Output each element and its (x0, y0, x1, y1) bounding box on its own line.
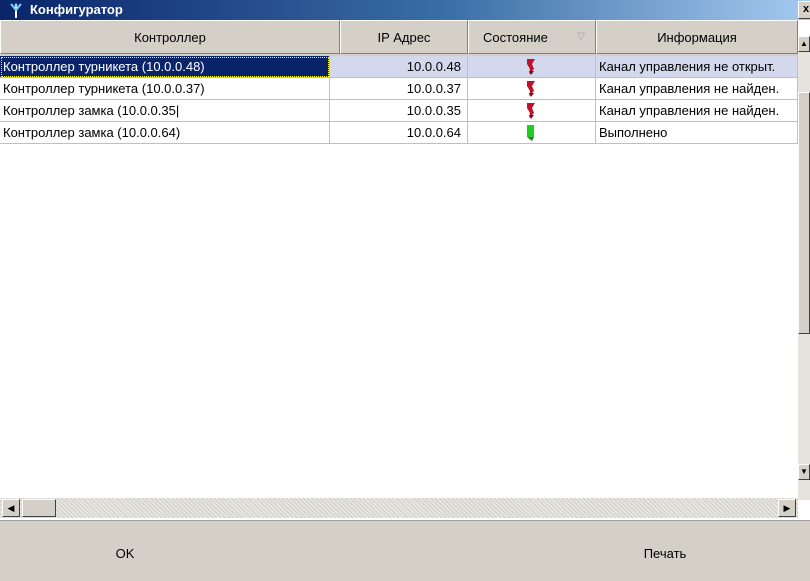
column-header-ip[interactable]: IP Адрес (340, 20, 468, 54)
column-header-info[interactable]: Информация (596, 20, 798, 54)
scroll-up-button[interactable]: ▲ (798, 36, 810, 52)
arrow-right-icon: ▶ (783, 503, 791, 513)
scroll-left-button[interactable]: ◀ (2, 499, 20, 517)
antenna-icon (10, 3, 22, 18)
column-header-status[interactable]: Состояние ▽ (468, 20, 596, 54)
scroll-down-button[interactable]: ▼ (798, 464, 810, 480)
title-bar: Конфигуратор x (0, 0, 810, 20)
table-row[interactable]: Контроллер замка (10.0.0.64) 10.0.0.64 Вып… (0, 122, 798, 144)
table-row[interactable]: Контроллер турникета (10.0.0.48) 10.0.0.4… (0, 56, 798, 78)
status-cell (468, 122, 596, 144)
controller-name-cell: Контроллер турникета (10.0.0.48) (0, 56, 330, 78)
vertical-scrollbar[interactable]: ▲ ▼ (798, 36, 810, 500)
column-header-status-label: Состояние (483, 29, 548, 45)
ok-button[interactable]: OK (60, 533, 190, 573)
status-cell (468, 100, 596, 122)
scroll-right-button[interactable]: ▶ (778, 499, 796, 517)
close-button[interactable]: x (798, 1, 810, 19)
status-ok-icon (527, 125, 534, 141)
footer-bar: OK Печать (0, 520, 810, 581)
horizontal-scroll-thumb[interactable] (22, 499, 56, 517)
window-title: Конфигуратор (30, 2, 123, 17)
ip-address-cell: 10.0.0.37 (330, 78, 468, 100)
info-cell: Канал управления не найден. (596, 100, 798, 122)
arrow-left-icon: ◀ (7, 503, 15, 513)
info-cell: Канал управления не найден. (596, 78, 798, 100)
controllers-table: Контроллер IP Адрес Состояние ▽ Информац… (0, 20, 798, 498)
arrow-down-icon: ▼ (800, 467, 808, 476)
controller-name-cell: Контроллер замка (10.0.0.35| (0, 100, 330, 122)
ip-address-cell: 10.0.0.48 (330, 56, 468, 78)
ip-address-cell: 10.0.0.64 (330, 122, 468, 144)
horizontal-scrollbar[interactable]: ◀ ▶ (0, 498, 798, 518)
status-error-icon (527, 81, 535, 97)
arrow-up-icon: ▲ (800, 39, 808, 48)
table-row[interactable]: Контроллер замка (10.0.0.35| 10.0.0.35 Кан… (0, 100, 798, 122)
vertical-scroll-thumb[interactable] (798, 92, 810, 334)
status-cell (468, 78, 596, 100)
status-cell (468, 56, 596, 78)
status-error-icon (527, 59, 535, 75)
print-button[interactable]: Печать (600, 533, 730, 573)
status-error-icon (527, 103, 535, 119)
table-row[interactable]: Контроллер турникета (10.0.0.37) 10.0.0.3… (0, 78, 798, 100)
info-cell: Канал управления не открыт. (596, 56, 798, 78)
controller-name-cell: Контроллер замка (10.0.0.64) (0, 122, 330, 144)
column-header-controller[interactable]: Контроллер (0, 20, 340, 54)
table-header: Контроллер IP Адрес Состояние ▽ Информац… (0, 20, 798, 56)
controller-name-cell: Контроллер турникета (10.0.0.37) (0, 78, 330, 100)
ip-address-cell: 10.0.0.35 (330, 100, 468, 122)
info-cell: Выполнено (596, 122, 798, 144)
sort-arrow-icon: ▽ (577, 31, 585, 42)
